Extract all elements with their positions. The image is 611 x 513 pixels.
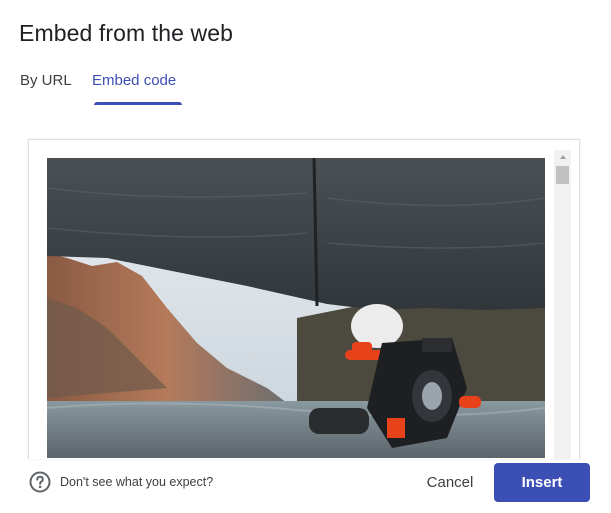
scroll-up-arrow-icon[interactable]: [554, 150, 571, 164]
scrollbar-thumb[interactable]: [556, 166, 569, 184]
help-circle-icon[interactable]: [29, 471, 51, 493]
tab-bar: By URL Embed code: [0, 64, 611, 110]
cancel-button[interactable]: Cancel: [411, 464, 489, 500]
tab-embed-code[interactable]: Embed code: [92, 72, 176, 89]
embed-dialog: Embed from the web By URL Embed code Don…: [0, 0, 611, 513]
preview-scrollbar[interactable]: [554, 150, 571, 459]
help-link-text[interactable]: Don't see what you expect?: [60, 475, 213, 489]
embedded-photo: [47, 158, 545, 458]
embed-preview[interactable]: [28, 139, 580, 459]
insert-button[interactable]: Insert: [494, 463, 590, 502]
tab-by-url[interactable]: By URL: [20, 72, 72, 89]
dialog-footer: Don't see what you expect? Cancel Insert: [0, 459, 611, 513]
dialog-title: Embed from the web: [19, 20, 234, 46]
active-tab-indicator: [94, 102, 182, 105]
